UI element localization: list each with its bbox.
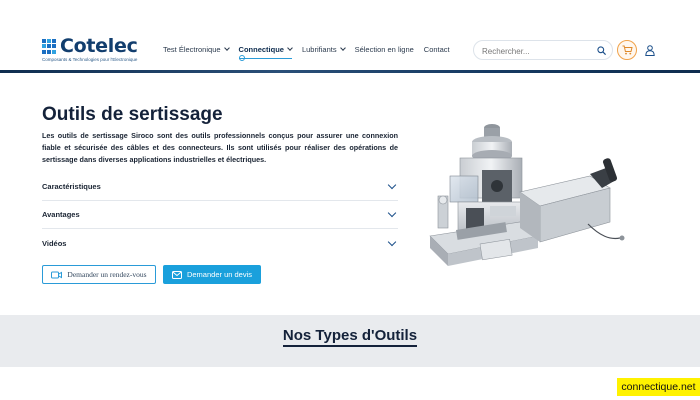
logo-mark-icon: [42, 39, 57, 54]
page-description: Les outils de sertissage Siroco sont des…: [42, 131, 398, 164]
cart-button[interactable]: [617, 40, 637, 60]
account-button[interactable]: [643, 42, 657, 58]
chevron-down-icon: [387, 180, 397, 190]
chevron-down-icon: [339, 45, 346, 51]
nav-label: Connectique: [238, 45, 284, 54]
crimping-machine-image: [429, 124, 625, 266]
request-quote-button[interactable]: Demander un devis: [163, 265, 261, 284]
chevron-down-icon: [387, 237, 397, 246]
nav-item-contact[interactable]: Contact: [424, 45, 450, 54]
nav-item-lubrifiants[interactable]: Lubrifiants: [301, 45, 346, 54]
section-title: Nos Types d'Outils: [0, 327, 700, 347]
accordion-videos[interactable]: Vidéos: [42, 229, 398, 257]
mail-icon: [171, 270, 182, 279]
accordion-label: Vidéos: [42, 238, 67, 248]
nav-label: Contact: [423, 45, 450, 54]
cart-icon: [622, 45, 633, 55]
nav-item-test-electronique[interactable]: Test Électronique: [163, 45, 230, 54]
header-divider: [0, 70, 700, 73]
accordion-label: Avantages: [42, 210, 80, 219]
chevron-down-icon: [287, 45, 293, 51]
chevron-down-icon: [387, 208, 397, 218]
logo-tagline: Composants & Technologies pour l'Electro…: [42, 57, 138, 62]
accordion-avantages[interactable]: Avantages: [42, 201, 398, 229]
page-title: Outils de sertissage: [42, 104, 223, 125]
search-icon[interactable]: [597, 46, 606, 55]
top-strip: [0, 0, 700, 30]
accordion-caracteristiques[interactable]: Caractéristiques: [42, 173, 398, 201]
nav-item-connectique[interactable]: Connectique: [238, 45, 293, 61]
chevron-down-icon: [223, 45, 230, 51]
user-icon: [645, 44, 655, 56]
accordion-label: Caractéristiques: [42, 182, 101, 191]
search-input[interactable]: [482, 45, 592, 57]
video-camera-icon: [51, 271, 63, 279]
request-appointment-button[interactable]: Demander un rendez-vous: [42, 265, 156, 284]
watermark: connectique.net: [617, 378, 700, 396]
logo-text: Cotelec: [60, 35, 138, 57]
main-nav: Test Électronique Connectique Lubrifiant…: [163, 45, 460, 61]
nav-label: Lubrifiants: [301, 45, 337, 54]
logo[interactable]: Cotelec: [42, 37, 138, 56]
search-box: [473, 40, 613, 60]
button-label: Demander un rendez-vous: [67, 270, 147, 279]
nav-label: Test Électronique: [163, 45, 221, 54]
button-label: Demander un devis: [186, 270, 253, 279]
nav-label: Sélection en ligne: [354, 45, 414, 54]
section-title-text: Nos Types d'Outils: [282, 327, 418, 347]
nav-item-selection-en-ligne[interactable]: Sélection en ligne: [355, 45, 414, 54]
